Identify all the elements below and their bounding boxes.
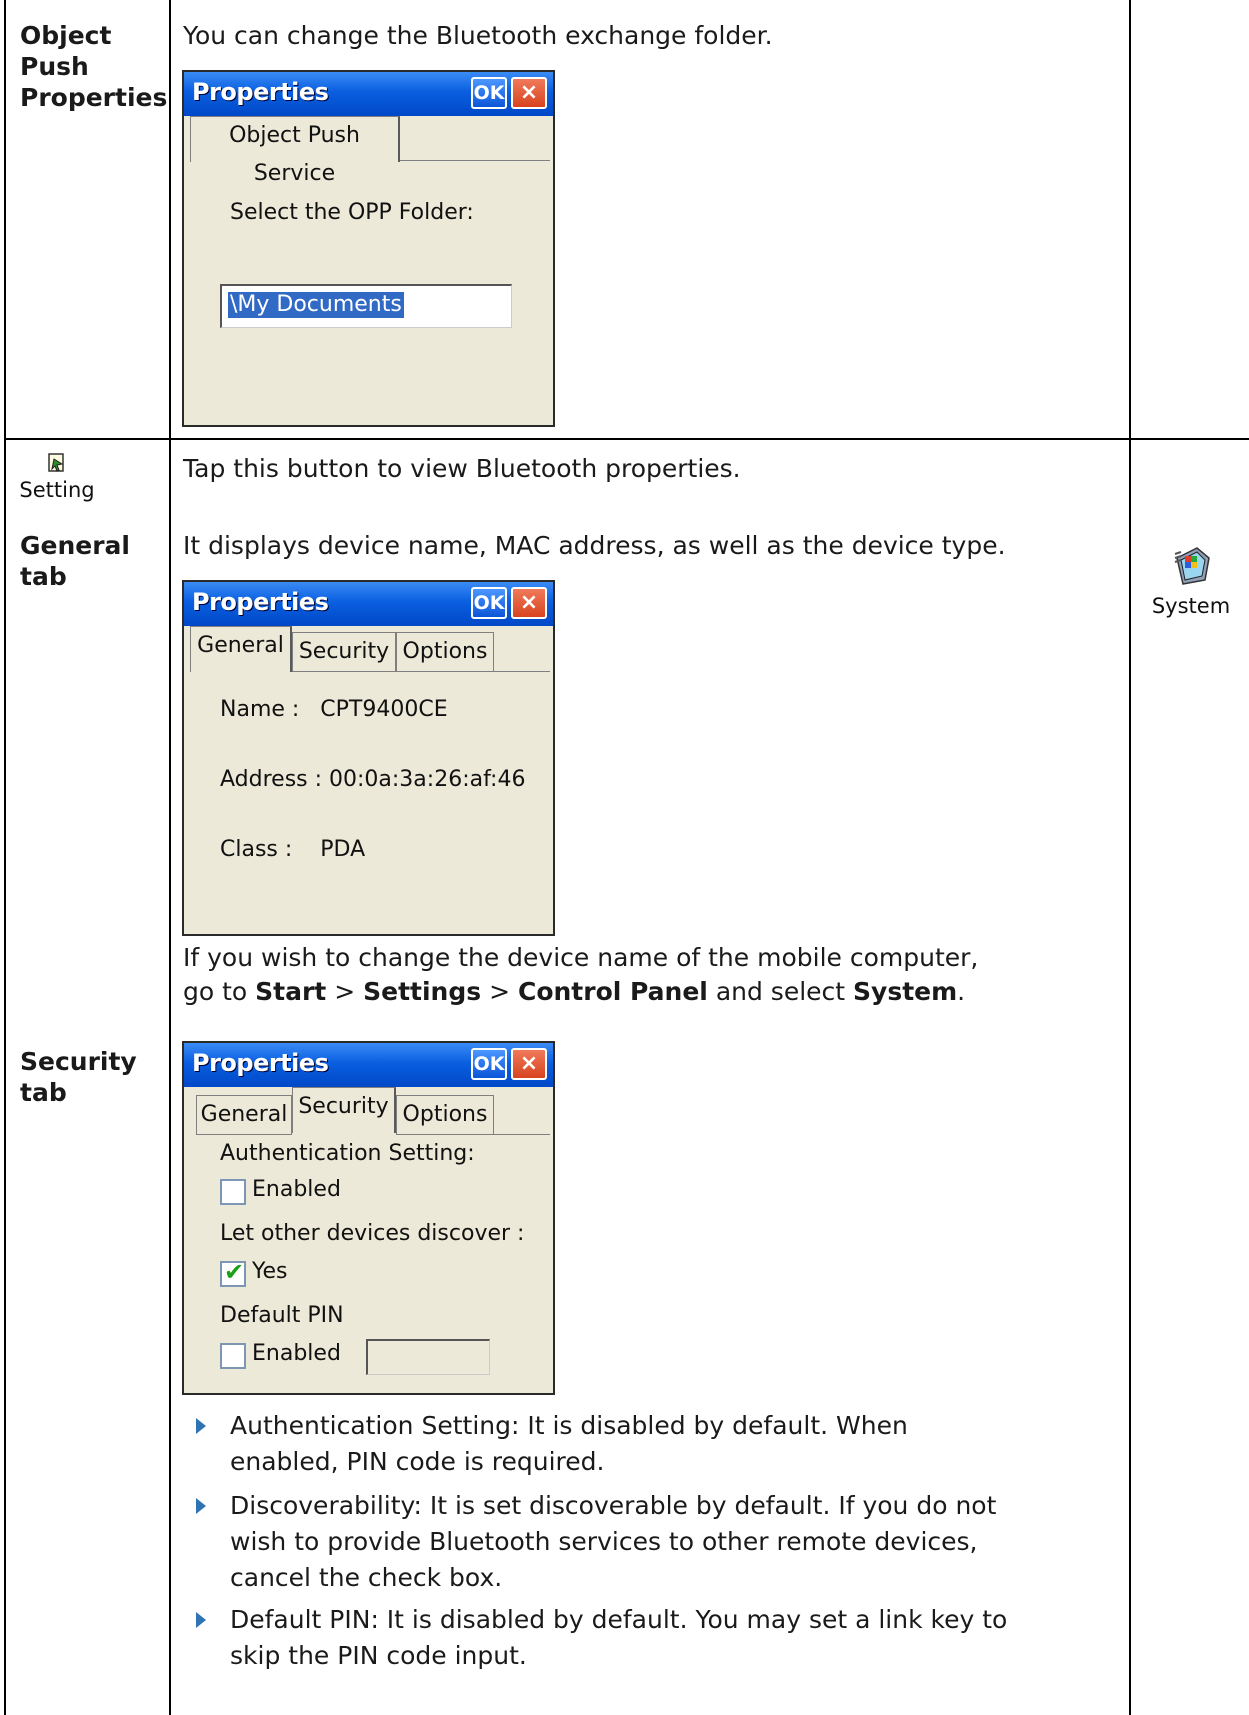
system-link: System	[853, 977, 958, 1006]
opp-folder-prompt: Select the OPP Folder:	[230, 200, 474, 225]
tab-general[interactable]: General	[196, 1095, 292, 1135]
dialog-titlebar: Properties OK ×	[184, 582, 553, 626]
device-name: Name : CPT9400CE	[220, 697, 448, 722]
change-name-line-1: If you wish to change the device name of…	[183, 943, 979, 972]
opp-folder-input[interactable]: \My Documents	[220, 284, 512, 328]
tab-baseline	[292, 671, 550, 672]
dialog-titlebar: Properties OK ×	[184, 1043, 553, 1087]
tab-baseline	[196, 1134, 292, 1135]
close-button[interactable]: ×	[511, 77, 547, 109]
ok-button[interactable]: OK	[471, 1048, 507, 1080]
table-left-border	[4, 0, 6, 1715]
opp-folder-value: \My Documents	[228, 292, 404, 318]
bullet-arrow-icon	[196, 1612, 206, 1628]
discover-heading: Let other devices discover :	[220, 1221, 525, 1246]
close-button[interactable]: ×	[511, 587, 547, 619]
system-icon	[1167, 540, 1215, 588]
setting-button-label: Setting	[19, 478, 95, 502]
security-properties-dialog: Properties OK × General Security Options…	[182, 1041, 555, 1395]
general-properties-dialog: Properties OK × General Security Options…	[182, 580, 555, 936]
object-push-description: You can change the Bluetooth exchange fo…	[183, 21, 773, 50]
table-right-divider	[1129, 0, 1131, 1715]
default-pin-heading: Default PIN	[220, 1303, 344, 1328]
tab-baseline	[396, 1134, 550, 1135]
tab-options[interactable]: Options	[396, 632, 494, 672]
close-button[interactable]: ×	[511, 1048, 547, 1080]
tab-options[interactable]: Options	[396, 1095, 494, 1135]
table-row-divider	[4, 438, 1249, 440]
tab-security[interactable]: Security	[292, 632, 396, 672]
setting-button[interactable]: Setting	[12, 452, 102, 514]
bullet-arrow-icon	[196, 1498, 206, 1514]
system-icon-label: System	[1151, 594, 1231, 618]
authentication-enabled-label: Enabled	[252, 1177, 341, 1202]
ok-button[interactable]: OK	[471, 587, 507, 619]
object-push-label: Object Push Properties	[20, 21, 168, 112]
tab-object-push-service[interactable]: Object Push Service	[190, 116, 400, 186]
security-tab-label: Security tab	[20, 1047, 137, 1107]
general-tab-label: General tab	[20, 531, 130, 591]
discover-yes-checkbox[interactable]: ✔	[220, 1258, 246, 1287]
system-shortcut[interactable]: System	[1146, 540, 1236, 618]
dialog-title: Properties	[192, 588, 329, 616]
bullet-arrow-icon	[196, 1418, 206, 1434]
ok-button[interactable]: OK	[471, 77, 507, 109]
tab-general[interactable]: General	[190, 626, 292, 672]
tab-security[interactable]: Security	[292, 1087, 396, 1133]
table-column-divider	[169, 0, 171, 1715]
settings-menu-link: Settings	[363, 977, 482, 1006]
default-pin-enabled-checkbox[interactable]	[220, 1343, 246, 1369]
device-address: Address : 00:0a:3a:26:af:46	[220, 767, 526, 792]
general-description: It displays device name, MAC address, as…	[183, 531, 1006, 560]
discover-yes-label: Yes	[252, 1259, 288, 1284]
dialog-title: Properties	[192, 78, 329, 106]
default-pin-enabled-label: Enabled	[252, 1341, 341, 1366]
control-panel-link: Control Panel	[517, 977, 708, 1006]
change-name-line-2: go to Start > Settings > Control Panel a…	[183, 977, 966, 1006]
setting-icon	[46, 452, 68, 474]
dialog-titlebar: Properties OK ×	[184, 72, 553, 116]
opp-properties-dialog: Properties OK × Object Push Service Sele…	[182, 70, 555, 427]
start-menu-link: Start	[255, 977, 327, 1006]
checkmark-icon: ✔	[224, 1258, 245, 1286]
setting-description: Tap this button to view Bluetooth proper…	[183, 454, 741, 483]
authentication-enabled-checkbox[interactable]	[220, 1179, 246, 1205]
tab-baseline	[400, 160, 550, 161]
device-class: Class : PDA	[220, 837, 366, 862]
dialog-title: Properties	[192, 1049, 329, 1077]
default-pin-input[interactable]	[366, 1339, 490, 1375]
authentication-heading: Authentication Setting:	[220, 1141, 475, 1166]
